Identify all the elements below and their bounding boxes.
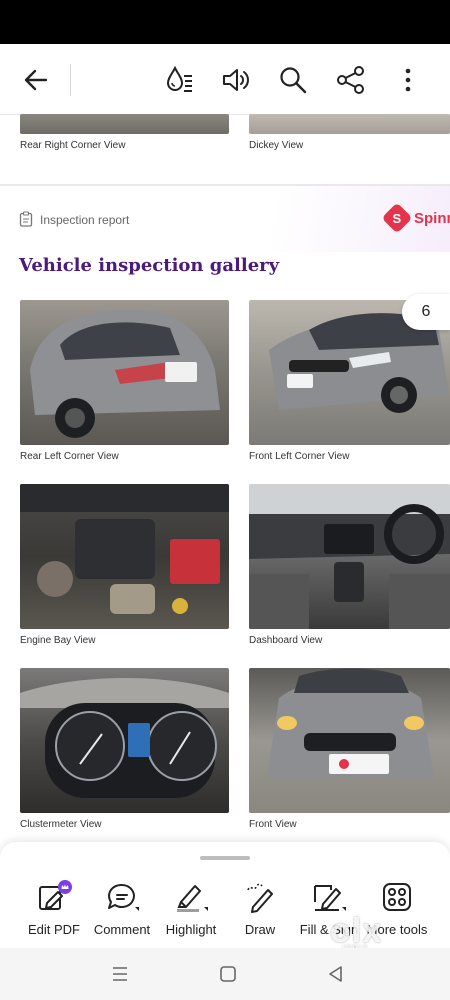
back-nav-icon[interactable] — [326, 964, 346, 984]
gallery-caption: Clustermeter View — [20, 819, 102, 830]
sheet-drag-handle[interactable] — [200, 856, 250, 860]
draw-label: Draw — [244, 922, 276, 937]
recent-apps-icon[interactable] — [110, 964, 130, 984]
system-nav-bar — [0, 948, 450, 1000]
rear-right-corner-caption: Rear Right Corner View — [20, 140, 126, 151]
clustermeter-illustration — [20, 678, 229, 798]
highlight-label: Highlight — [165, 922, 217, 937]
app-toolbar — [0, 44, 450, 115]
spinny-logo: S Spinny — [381, 202, 450, 234]
gallery-caption: Dashboard View — [249, 635, 323, 646]
car-rear-left-illustration — [30, 309, 220, 438]
gallery-caption: Front View — [249, 819, 297, 830]
fill-sign-icon — [314, 885, 346, 911]
dickey-photo[interactable] — [249, 114, 450, 134]
rear-left-corner-photo[interactable] — [20, 300, 229, 445]
gallery-title: Vehicle inspection gallery — [19, 255, 280, 276]
clustermeter-photo[interactable] — [20, 668, 229, 813]
share-icon[interactable] — [335, 64, 367, 96]
draw-button[interactable]: Draw — [220, 880, 300, 937]
more-tools-icon — [383, 883, 411, 911]
comment-button[interactable]: Comment — [82, 880, 162, 937]
dashboard-illustration — [249, 484, 450, 629]
highlight-button[interactable]: Highlight — [151, 880, 231, 937]
car-front-illustration — [267, 668, 434, 778]
olx-watermark: olx INDIA — [330, 912, 383, 951]
engine-bay-illustration — [20, 484, 229, 614]
gallery-caption: Engine Bay View — [20, 635, 96, 646]
page-number-indicator: 6 — [402, 294, 450, 330]
spinny-logo-mark: S — [381, 202, 413, 234]
gallery-caption: Rear Left Corner View — [20, 451, 119, 462]
toolbar-divider — [70, 64, 71, 96]
comment-label: Comment — [93, 922, 151, 937]
draw-icon — [247, 883, 273, 913]
status-bar — [0, 0, 450, 44]
report-clipboard-icon — [19, 211, 33, 227]
comment-icon — [108, 883, 139, 911]
dickey-caption: Dickey View — [249, 140, 304, 151]
more-vertical-icon[interactable] — [392, 64, 424, 96]
dashboard-photo[interactable] — [249, 484, 450, 629]
edit-pdf-icon — [39, 880, 72, 910]
front-view-photo[interactable] — [249, 668, 450, 813]
rear-right-corner-photo[interactable] — [20, 114, 229, 134]
engine-bay-photo[interactable] — [20, 484, 229, 629]
home-icon[interactable] — [218, 964, 238, 984]
report-label: Inspection report — [40, 213, 130, 227]
spinny-logo-text: Spinny — [414, 209, 450, 227]
read-mode-icon[interactable] — [163, 64, 195, 96]
search-icon[interactable] — [277, 64, 309, 96]
speaker-icon[interactable] — [220, 64, 252, 96]
highlight-icon — [177, 885, 208, 912]
gallery-caption: Front Left Corner View — [249, 451, 350, 462]
arrow-left-icon[interactable] — [20, 64, 52, 96]
